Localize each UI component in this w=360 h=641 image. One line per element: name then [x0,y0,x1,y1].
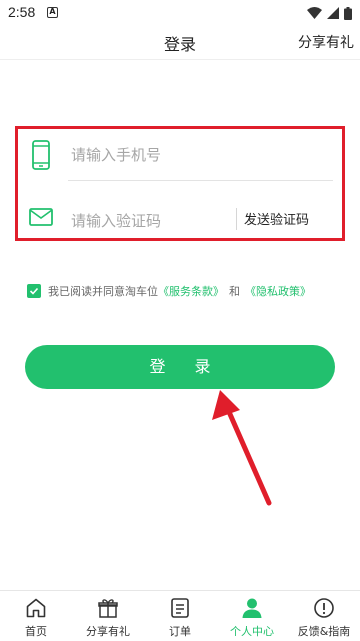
tab-share[interactable]: 分享有礼 [72,591,144,641]
tab-label: 订单 [169,625,191,638]
verification-code-input[interactable] [71,207,231,235]
terms-link[interactable]: 《服务条款》 [158,283,224,299]
person-icon [242,598,262,618]
row-divider [68,180,333,181]
phone-input[interactable] [71,141,281,169]
order-icon [171,598,189,618]
tab-profile[interactable]: 个人中心 [216,591,288,641]
agreement-text: 我已阅读并同意淘车位 [48,285,158,298]
send-code-button[interactable]: 发送验证码 [244,209,309,228]
tab-label: 首页 [25,625,47,638]
tab-label: 反馈&指南 [297,625,351,638]
phone-row [18,129,342,185]
gift-icon [98,599,118,618]
app-notification-icon: A [47,7,58,18]
tab-label: 分享有礼 [86,625,130,638]
privacy-link[interactable]: 《隐私政策》 [245,283,311,299]
login-button[interactable]: 登 录 [25,345,335,389]
mail-icon [29,208,53,226]
code-separator [236,208,237,230]
share-button[interactable]: 分享有礼 [298,32,354,52]
tab-home[interactable]: 首页 [0,591,72,641]
checkmark-icon [29,287,39,295]
tab-orders[interactable]: 订单 [144,591,216,641]
agreement-row: 我已阅读并同意淘车位 《服务条款》 和 《隐私政策》 [27,281,311,301]
wifi-icon [307,7,322,19]
signal-icon [327,7,339,19]
login-form: 发送验证码 [15,126,345,241]
bottom-tab-bar: 首页 分享有礼 订单 个人中心 反馈&指南 [0,590,360,641]
agreement-checkbox[interactable] [27,284,41,298]
status-bar: 2:58 A [0,0,360,26]
status-icons [307,6,352,20]
tab-feedback[interactable]: 反馈&指南 [288,591,360,641]
info-icon [314,598,334,618]
agreement-conjunction: 和 [229,285,240,298]
code-row: 发送验证码 [18,189,342,245]
phone-icon [32,140,50,170]
header: 登录 分享有礼 [0,26,360,60]
annotation-arrow [212,390,272,506]
status-time: 2:58 [8,4,36,20]
tab-label: 个人中心 [230,625,274,638]
home-icon [26,598,46,618]
battery-icon [344,6,352,20]
